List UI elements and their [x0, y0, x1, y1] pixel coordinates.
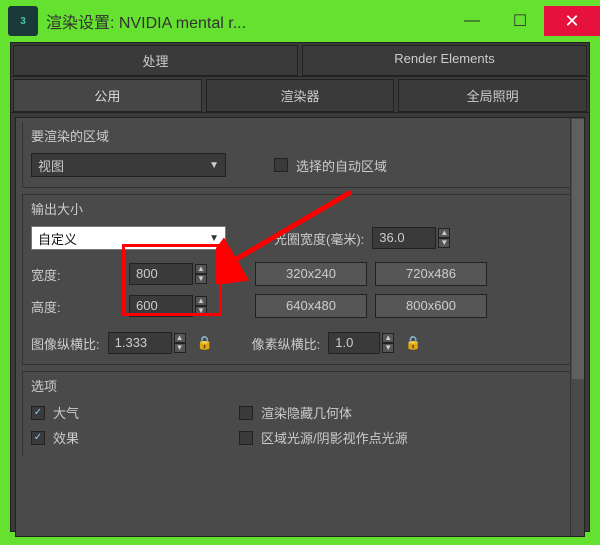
image-aspect-spinner: 1.333 ▲▼ [108, 332, 186, 354]
pixel-aspect-spinner: 1.0 ▲▼ [328, 332, 394, 354]
width-spin-buttons[interactable]: ▲▼ [195, 264, 207, 284]
preset-320x240[interactable]: 320x240 [255, 262, 367, 286]
tab-renderer[interactable]: 渲染器 [206, 79, 395, 112]
area-lights-label: 区域光源/阴影视作点光源 [261, 428, 408, 447]
group-output-size: 输出大小 自定义 ▼ 光圈宽度(毫米): 36.0 ▲▼ 宽度: 800 [22, 194, 578, 365]
tab-content: 要渲染的区域 视图 ▼ 选择的自动区域 输出大小 自定 [15, 117, 585, 537]
tab-common[interactable]: 公用 [13, 79, 202, 112]
tab-processing[interactable]: 处理 [13, 45, 298, 76]
maximize-button[interactable]: ☐ [496, 6, 544, 36]
app-icon: 3 [8, 6, 38, 36]
auto-region-label: 选择的自动区域 [296, 156, 387, 175]
render-settings-window: 3 渲染设置: NVIDIA mental r... — ☐ ✕ 处理 Rend… [0, 0, 600, 545]
tab-global-illum[interactable]: 全局照明 [398, 79, 587, 112]
width-spinner: 800 ▲▼ [129, 263, 207, 285]
group-render-area-title: 要渲染的区域 [31, 126, 569, 145]
preset-720x486[interactable]: 720x486 [375, 262, 487, 286]
group-render-area: 要渲染的区域 视图 ▼ 选择的自动区域 [22, 122, 578, 188]
preset-800x600[interactable]: 800x600 [375, 294, 487, 318]
width-label: 宽度: [31, 265, 91, 284]
lock-icon[interactable]: 🔒 [196, 334, 214, 352]
atmosphere-checkbox[interactable] [31, 406, 45, 420]
group-options-title: 选项 [31, 376, 569, 395]
height-spinner: 600 ▲▼ [129, 295, 207, 317]
auto-region-checkbox[interactable] [274, 158, 288, 172]
image-aspect-spin-buttons[interactable]: ▲▼ [174, 333, 186, 353]
render-hidden-label: 渲染隐藏几何体 [261, 403, 352, 422]
titlebar[interactable]: 3 渲染设置: NVIDIA mental r... — ☐ ✕ [0, 0, 600, 42]
height-label: 高度: [31, 297, 91, 316]
area-lights-checkbox[interactable] [239, 431, 253, 445]
group-output-size-title: 输出大小 [31, 199, 569, 218]
aperture-spinner: 36.0 ▲▼ [372, 227, 450, 249]
chevron-down-icon: ▼ [209, 160, 219, 171]
effects-label: 效果 [53, 428, 79, 447]
atmosphere-label: 大气 [53, 403, 79, 422]
render-area-dropdown-value: 视图 [38, 156, 64, 175]
pixel-aspect-label: 像素纵横比: [252, 334, 321, 353]
render-hidden-checkbox[interactable] [239, 406, 253, 420]
client-area: 处理 Render Elements 公用 渲染器 全局照明 要渲染的区域 视图… [10, 42, 590, 532]
pixel-aspect-spin-buttons[interactable]: ▲▼ [382, 333, 394, 353]
output-size-dropdown[interactable]: 自定义 ▼ [31, 226, 226, 250]
tabs-row-2: 公用 渲染器 全局照明 [11, 77, 589, 113]
window-controls: — ☐ ✕ [448, 0, 600, 42]
close-button[interactable]: ✕ [544, 6, 600, 36]
group-options: 选项 大气 渲染隐藏几何体 效果 [22, 371, 578, 457]
app-icon-text: 3 [20, 16, 26, 27]
vertical-scrollbar[interactable] [570, 118, 584, 536]
scrollbar-thumb[interactable] [572, 119, 584, 379]
aperture-spin-buttons[interactable]: ▲▼ [438, 228, 450, 248]
window-title: 渲染设置: NVIDIA mental r... [46, 9, 448, 33]
effects-checkbox[interactable] [31, 431, 45, 445]
minimize-button[interactable]: — [448, 6, 496, 36]
height-spin-buttons[interactable]: ▲▼ [195, 296, 207, 316]
lock-icon[interactable]: 🔒 [404, 334, 422, 352]
tabs-row-1: 处理 Render Elements [11, 43, 589, 77]
pixel-aspect-input[interactable]: 1.0 [328, 332, 380, 354]
image-aspect-input[interactable]: 1.333 [108, 332, 172, 354]
tab-render-elements[interactable]: Render Elements [302, 45, 587, 76]
output-size-dropdown-value: 自定义 [38, 229, 77, 248]
aperture-input[interactable]: 36.0 [372, 227, 436, 249]
aperture-label: 光圈宽度(毫米): [274, 229, 364, 248]
preset-640x480[interactable]: 640x480 [255, 294, 367, 318]
render-area-dropdown[interactable]: 视图 ▼ [31, 153, 226, 177]
chevron-down-icon: ▼ [209, 233, 219, 244]
height-input[interactable]: 600 [129, 295, 193, 317]
image-aspect-label: 图像纵横比: [31, 334, 100, 353]
width-input[interactable]: 800 [129, 263, 193, 285]
